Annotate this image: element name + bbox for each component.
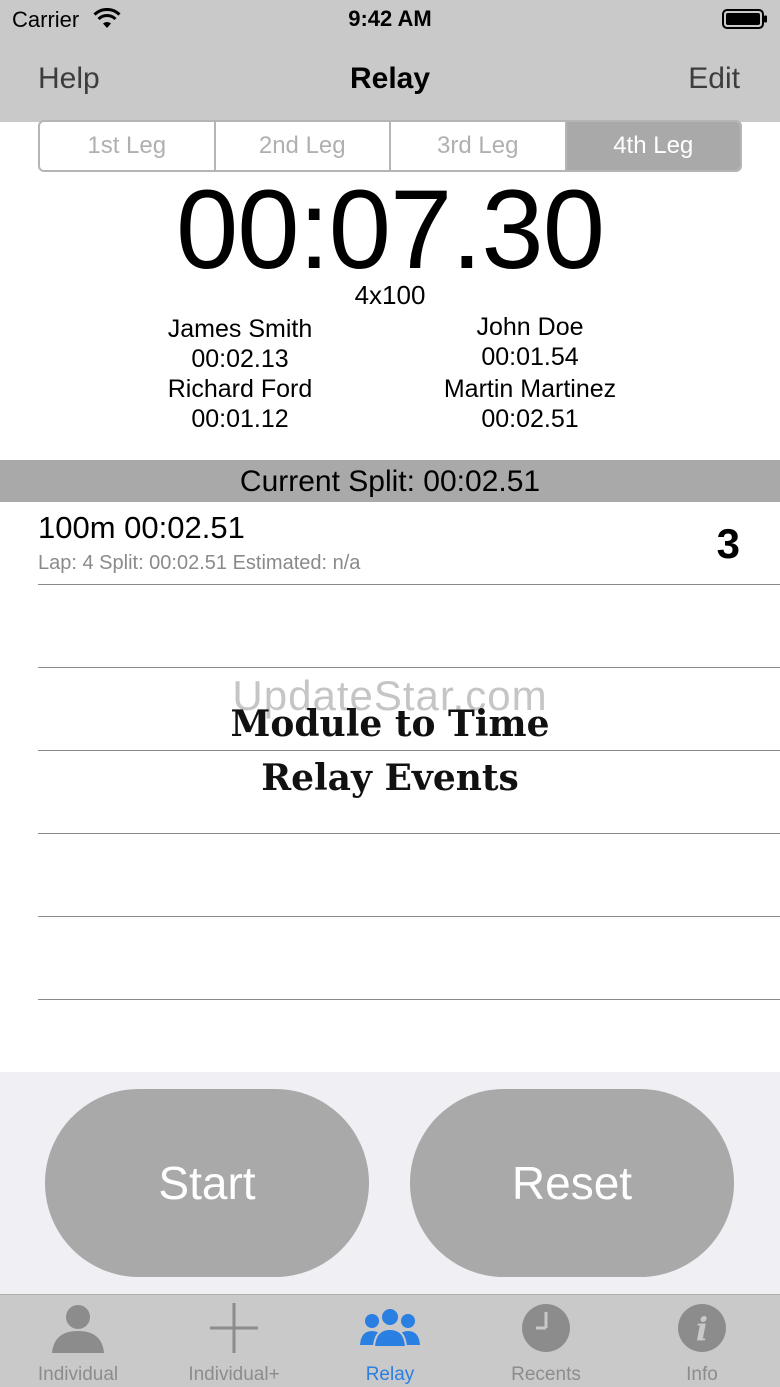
swimmer-time: 00:01.54 [481,343,579,371]
plus-icon [210,1303,258,1353]
person-icon [52,1305,104,1353]
current-split-header: Current Split: 00:02.51 [0,460,780,502]
info-icon: i [678,1304,726,1352]
segment-4th-leg[interactable]: 4th Leg [566,122,740,170]
reset-button[interactable]: Reset [410,1089,734,1277]
leg-segmented-control: 1st Leg 2nd Leg 3rd Leg 4th Leg [38,120,742,172]
tab-individual[interactable]: Individual [0,1295,156,1387]
swimmer-4: Martin Martinez 00:02.51 [400,374,660,434]
tab-recents[interactable]: Recents [468,1295,624,1387]
tab-bar: Individual Individual+ Relay Recents i I… [0,1294,780,1387]
segment-1st-leg[interactable]: 1st Leg [40,122,216,170]
event-label: 4x100 [354,280,426,310]
swimmer-name: John Doe [476,313,584,341]
lap-row[interactable]: 100m 00:02.51 Lap: 4 Split: 00:02.51 Est… [38,502,780,585]
tab-label: Info [686,1364,718,1385]
lap-title: 100m 00:02.51 [38,510,245,545]
battery-icon [722,9,767,29]
edit-button[interactable]: Edit [688,62,740,96]
swimmer-time: 00:02.51 [481,405,579,433]
swimmer-time: 00:01.12 [191,405,289,433]
status-time: 9:42 AM [348,6,432,31]
empty-row [38,585,780,668]
tab-info[interactable]: i Info [624,1295,780,1387]
lap-subtitle: Lap: 4 Split: 00:02.51 Estimated: n/a [38,552,361,574]
svg-text:i: i [696,1310,708,1348]
empty-row [38,917,780,1000]
swimmer-3: Richard Ford 00:01.12 [140,374,340,434]
segment-2nd-leg[interactable]: 2nd Leg [216,122,391,170]
swimmer-name: James Smith [167,315,313,343]
group-icon [360,1307,420,1348]
caption-line-1: Module to Time [230,703,550,745]
timer-display: 00:07.30 [176,167,605,292]
tab-relay[interactable]: Relay [312,1295,468,1387]
status-bar: Carrier 9:42 AM [0,0,780,40]
lap-position-badge: 3 [716,520,740,567]
caption-line-2: Relay Events [261,757,519,799]
control-button-area: Start Reset [0,1072,780,1294]
tab-individual-plus[interactable]: Individual+ [156,1295,312,1387]
tab-label: Recents [511,1364,581,1385]
navigation-bar: Help Relay Edit [0,40,780,122]
swimmer-1: James Smith 00:02.13 [140,314,340,374]
page-title: Relay [349,62,431,95]
segment-3rd-leg[interactable]: 3rd Leg [391,122,567,170]
tab-label: Relay [365,1364,415,1385]
tab-label: Individual [37,1364,119,1385]
swimmer-2: John Doe 00:01.54 [430,312,630,372]
swimmer-name: Martin Martinez [443,375,617,403]
swimmer-name: Richard Ford [167,375,313,403]
promo-caption: Module to Time Relay Events [0,697,780,805]
swimmer-time: 00:02.13 [191,345,289,373]
empty-row [38,834,780,917]
clock-icon [522,1304,570,1352]
tab-label: Individual+ [188,1364,280,1385]
start-button[interactable]: Start [45,1089,369,1277]
